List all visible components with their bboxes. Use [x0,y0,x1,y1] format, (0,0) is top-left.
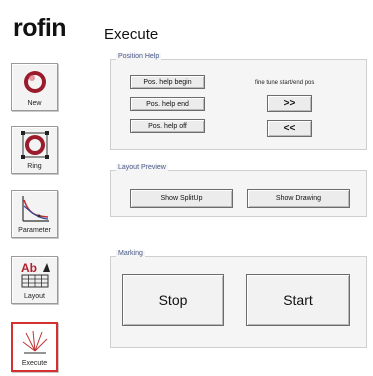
sidebar-item-label: Execute [21,360,48,367]
app-window: rofin New Ring Parameter Ab Layout Execu… [0,0,373,376]
pos-help-begin-button[interactable]: Pos. help begin [130,75,205,89]
laser-execute-icon [13,327,56,357]
sidebar-item-label: Layout [23,293,46,300]
sidebar-item-parameter[interactable]: Parameter [11,190,58,238]
pos-help-off-button[interactable]: Pos. help off [130,119,205,133]
marking-title: Marking [116,250,145,257]
sidebar-item-execute[interactable]: Execute [11,322,58,372]
sidebar-item-new[interactable]: New [11,63,58,111]
fine-tune-back-button[interactable]: << [267,120,312,137]
start-button[interactable]: Start [246,274,350,326]
sidebar-item-ring[interactable]: Ring [11,126,58,174]
fine-tune-label: fine tune start/end pos [255,80,315,86]
sidebar-item-layout[interactable]: Ab Layout [11,256,58,304]
fine-tune-forward-button[interactable]: >> [267,95,312,112]
parameter-curve-icon [12,194,57,224]
ring-new-icon [12,67,57,97]
layout-text-icon: Ab [12,260,57,290]
ring-selection-icon [12,130,57,160]
pos-help-end-button[interactable]: Pos. help end [130,97,205,111]
svg-text:Ab: Ab [21,261,37,275]
page-title: Execute [104,26,159,43]
stop-button[interactable]: Stop [122,274,224,326]
show-splitup-button[interactable]: Show SplitUp [130,189,233,208]
sidebar-item-label: Parameter [18,227,51,234]
sidebar-item-label: Ring [27,163,42,170]
rofin-logo: rofin [13,14,67,42]
position-help-title: Position Help [116,53,162,60]
sidebar-item-label: New [27,100,42,107]
layout-preview-title: Layout Preview [116,164,168,171]
show-drawing-button[interactable]: Show Drawing [247,189,350,208]
